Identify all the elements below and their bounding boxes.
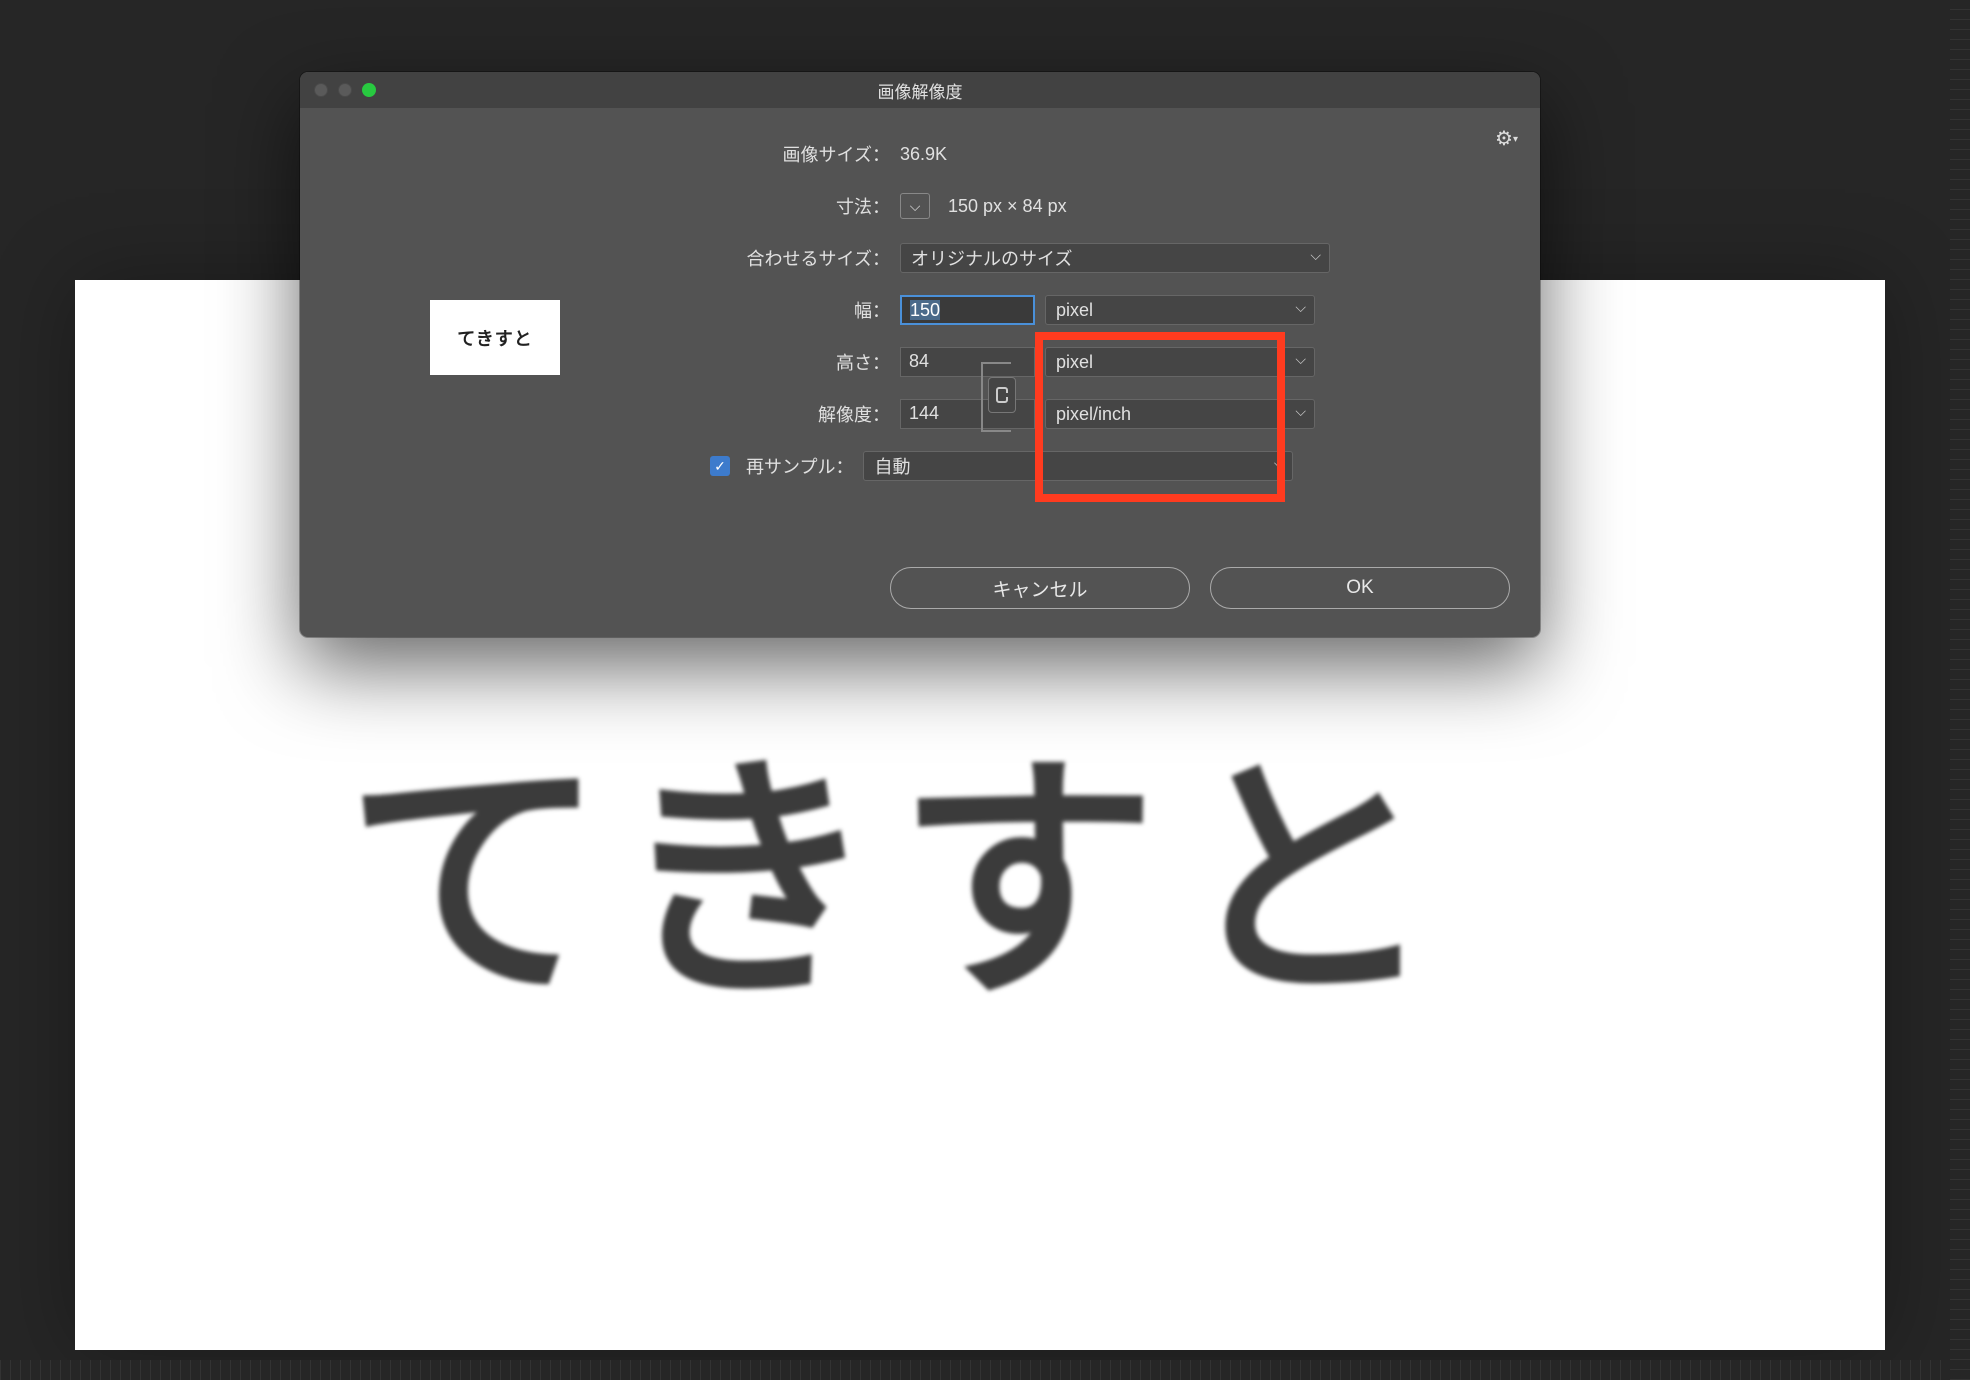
dimensions-label: 寸法： [700, 193, 890, 219]
image-size-label: 画像サイズ： [700, 141, 890, 167]
height-unit: pixel [1056, 352, 1093, 373]
form-panel: ⚙▾ 画像サイズ： 36.9K 寸法： ⌵ 150 px × 84 px 合わせ… [690, 108, 1540, 567]
close-button[interactable] [314, 83, 328, 97]
cancel-label: キャンセル [992, 575, 1087, 602]
width-input[interactable]: 150 [900, 295, 1035, 325]
chevron-down-icon[interactable]: ⌵ [900, 193, 930, 219]
resolution-unit-select[interactable]: pixel/inch [1045, 399, 1315, 429]
resolution-label: 解像度： [700, 401, 890, 427]
resample-label: 再サンプル： [746, 453, 853, 479]
width-row: 幅： 150 pixel [700, 284, 1510, 336]
preview-text: てきすと [457, 325, 532, 351]
dialog-title: 画像解像度 [878, 78, 963, 103]
dialog-body: てきすと ⚙▾ 画像サイズ： 36.9K 寸法： ⌵ 150 px × 84 p… [300, 108, 1540, 567]
resolution-row: 解像度： 144 pixel/inch [700, 388, 1510, 440]
resolution-value: 144 [909, 403, 939, 423]
width-label: 幅： [700, 297, 890, 323]
height-row: 高さ： 84 pixel [700, 336, 1510, 388]
canvas-text: てきすと [345, 670, 1457, 1047]
ok-button[interactable]: OK [1210, 567, 1510, 609]
preview-panel: てきすと [300, 108, 690, 567]
window-controls [300, 83, 376, 97]
image-size-value: 36.9K [900, 144, 947, 165]
height-value: 84 [909, 351, 929, 371]
dialog-titlebar[interactable]: 画像解像度 [300, 72, 1540, 108]
resolution-unit: pixel/inch [1056, 404, 1131, 425]
dimensions-value: 150 px × 84 px [948, 196, 1067, 217]
resample-value: 自動 [874, 453, 910, 479]
resample-row: ✓ 再サンプル： 自動 [600, 440, 1510, 492]
maximize-button[interactable] [362, 83, 376, 97]
dimensions-row: 寸法： ⌵ 150 px × 84 px [700, 180, 1510, 232]
fit-row: 合わせるサイズ： オリジナルのサイズ [700, 232, 1510, 284]
link-icon[interactable] [988, 377, 1016, 413]
height-unit-select[interactable]: pixel [1045, 347, 1315, 377]
minimize-button[interactable] [338, 83, 352, 97]
width-unit: pixel [1056, 300, 1093, 321]
image-size-row: 画像サイズ： 36.9K [700, 128, 1510, 180]
ruler-right [1950, 0, 1970, 1380]
image-size-dialog: 画像解像度 てきすと ⚙▾ 画像サイズ： 36.9K 寸法： ⌵ 150 px … [300, 72, 1540, 637]
width-value: 150 [910, 300, 940, 320]
fit-select[interactable]: オリジナルのサイズ [900, 243, 1330, 273]
fit-label: 合わせるサイズ： [700, 245, 890, 271]
width-unit-select[interactable]: pixel [1045, 295, 1315, 325]
resample-select[interactable]: 自動 [863, 451, 1293, 481]
ruler-bottom [0, 1360, 1970, 1380]
resample-checkbox[interactable]: ✓ [710, 456, 730, 476]
ok-label: OK [1346, 577, 1373, 599]
cancel-button[interactable]: キャンセル [890, 567, 1190, 609]
height-label: 高さ： [700, 349, 890, 375]
fit-value: オリジナルのサイズ [911, 245, 1072, 271]
height-input[interactable]: 84 [900, 347, 1035, 377]
dialog-buttons: キャンセル OK [300, 567, 1540, 637]
preview-thumbnail: てきすと [430, 300, 560, 375]
